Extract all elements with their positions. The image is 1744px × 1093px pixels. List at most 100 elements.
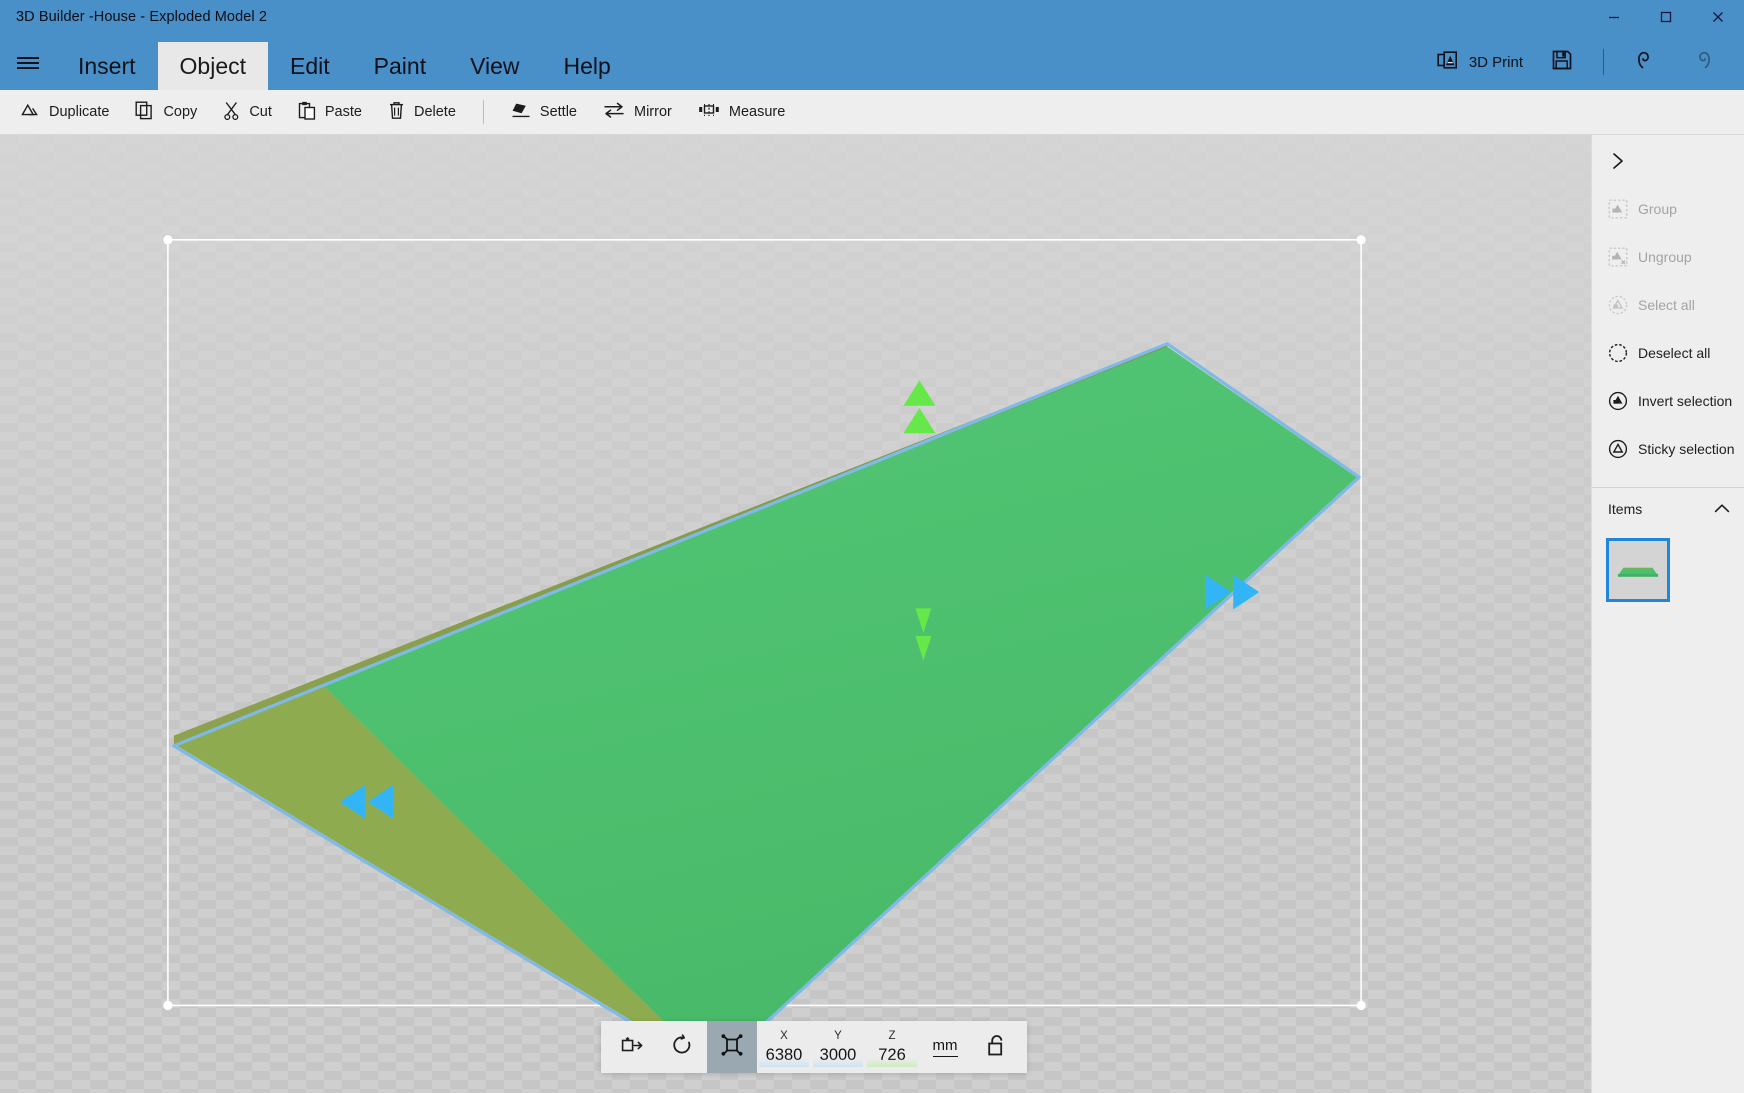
rotate-icon [671,1033,693,1061]
toolbar-separator [482,100,484,124]
sidebar-item-label: Ungroup [1638,249,1692,265]
tab-help[interactable]: Help [542,42,633,90]
expand-panel-button[interactable] [1592,141,1744,185]
3d-print-button[interactable]: 3D Print [1425,42,1535,82]
tab-object[interactable]: Object [157,42,269,90]
rotate-tool-button[interactable] [657,1021,707,1073]
duplicate-icon [21,102,40,123]
delete-button[interactable]: Delete [375,95,469,130]
printer-icon [1437,50,1459,74]
duplicate-label: Duplicate [49,104,110,120]
sidebar-item-invert-selection[interactable]: Invert selection [1592,377,1744,425]
window-controls [1588,0,1744,34]
scale-z-label: Z [888,1029,896,1042]
sidebar-item-deselect-all[interactable]: Deselect all [1592,329,1744,377]
3d-viewport[interactable]: X 6380 Y 3000 Z 726 mm [0,135,1591,1093]
copy-button[interactable]: Copy [122,95,210,130]
copy-label: Copy [163,104,198,120]
scale-z-underline [867,1058,917,1067]
sidebar-item-group[interactable]: Group [1592,185,1744,233]
3d-print-label: 3D Print [1468,53,1523,71]
paste-icon [298,101,316,124]
scale-x-label: X [780,1029,788,1042]
undo-icon [1634,48,1660,76]
save-icon [1551,49,1573,75]
tab-edit[interactable]: Edit [268,42,352,90]
workspace: X 6380 Y 3000 Z 726 mm Group Ungroup Sel… [0,135,1744,1093]
sidebar-item-label: Sticky selection [1638,441,1735,457]
tab-insert[interactable]: Insert [56,42,158,90]
mirror-icon [603,102,625,122]
save-button[interactable] [1539,41,1585,83]
redo-button[interactable] [1676,40,1726,84]
settle-icon [511,101,531,123]
scale-icon [720,1033,744,1061]
scale-y-underline [813,1058,863,1067]
title-bar: 3D Builder -House - Exploded Model 2 [0,0,1744,34]
sidebar-item-sticky-selection[interactable]: Sticky selection [1592,425,1744,473]
delete-label: Delete [413,104,456,120]
undo-button[interactable] [1622,40,1672,84]
deselect-all-icon [1608,343,1628,363]
menu-bar: Insert Object Edit Paint View Help 3D Pr… [0,34,1744,90]
sidebar-item-ungroup[interactable]: Ungroup [1592,233,1744,281]
move-tool-button[interactable] [607,1021,657,1073]
group-icon [1608,199,1628,219]
window-title: 3D Builder -House - Exploded Model 2 [16,9,268,25]
scale-y-field[interactable]: Y 3000 [811,1021,865,1073]
sidebar-item-label: Deselect all [1638,345,1711,361]
paste-label: Paste [324,104,362,120]
scale-y-label: Y [834,1029,842,1042]
app-window: 3D Builder -House - Exploded Model 2 Ins… [0,0,1744,1093]
item-thumbnail-preview [1617,567,1659,577]
items-panel-header[interactable]: Items [1592,487,1744,530]
move-up-gizmo[interactable] [903,380,936,434]
sidebar-item-select-all[interactable]: Select all [1592,281,1744,329]
paste-button[interactable]: Paste [285,95,375,130]
cut-icon [223,101,240,124]
close-button[interactable] [1692,0,1744,34]
transform-toolbar: X 6380 Y 3000 Z 726 mm [601,1021,1027,1073]
chevron-right-icon [1610,152,1626,175]
unit-label: mm [932,1037,958,1057]
maximize-button[interactable] [1640,0,1692,34]
mirror-label: Mirror [634,104,672,120]
sticky-selection-icon [1608,439,1628,459]
object-sidebar: Group Ungroup Select all Deselect all In… [1591,135,1744,1093]
ungroup-icon [1608,247,1628,267]
chevron-up-icon[interactable] [1714,501,1730,517]
mirror-button[interactable]: Mirror [590,96,685,128]
duplicate-button[interactable]: Duplicate [8,96,122,129]
cut-label: Cut [249,104,272,120]
items-thumbnail-grid [1592,530,1744,602]
sidebar-item-label: Group [1638,201,1677,217]
settle-label: Settle [539,104,577,120]
minimize-button[interactable] [1588,0,1640,34]
measure-button[interactable]: Measure [685,95,798,129]
redo-icon [1688,48,1714,76]
hamburger-menu-icon[interactable] [0,34,56,90]
model-mesh[interactable] [172,342,1361,1074]
cut-button[interactable]: Cut [210,95,285,130]
lock-aspect-button[interactable] [971,1021,1021,1073]
measure-icon [698,101,720,123]
scale-x-field[interactable]: X 6380 [757,1021,811,1073]
unlock-icon [985,1033,1007,1062]
settle-button[interactable]: Settle [498,95,590,129]
unit-selector[interactable]: mm [919,1021,971,1073]
object-toolbar: Duplicate Copy Cut Paste Delete Settle M… [0,90,1744,135]
handle-top-left [163,235,173,245]
menubar-actions: 3D Print [1425,34,1744,90]
invert-selection-icon [1608,391,1628,411]
item-thumbnail[interactable] [1606,538,1670,602]
measure-label: Measure [728,104,786,120]
scale-z-field[interactable]: Z 726 [865,1021,919,1073]
tab-paint[interactable]: Paint [352,42,448,90]
tab-view[interactable]: View [448,42,541,90]
move-icon [620,1034,644,1061]
items-panel-title: Items [1608,501,1643,517]
scale-tool-button[interactable] [707,1021,757,1073]
viewport-scene [163,235,1366,1074]
copy-icon [135,101,154,124]
handle-bottom-left [163,1000,173,1011]
